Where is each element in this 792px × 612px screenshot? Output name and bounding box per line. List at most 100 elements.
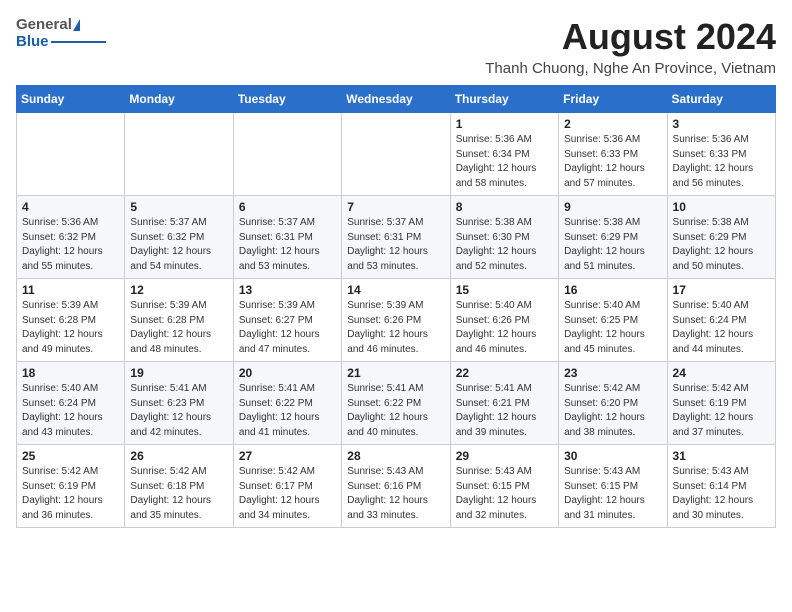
logo-triangle-icon xyxy=(73,19,80,31)
day-info: Sunrise: 5:38 AMSunset: 6:30 PMDaylight:… xyxy=(456,216,553,274)
day-number: 21 xyxy=(347,366,444,380)
table-row: 31 Sunrise: 5:43 AMSunset: 6:14 PMDayligh… xyxy=(667,445,775,528)
table-row: 28 Sunrise: 5:43 AMSunset: 6:16 PMDayligh… xyxy=(342,445,450,528)
table-row: 15 Sunrise: 5:40 AMSunset: 6:26 PMDayligh… xyxy=(450,279,558,362)
table-row: 11 Sunrise: 5:39 AMSunset: 6:28 PMDayligh… xyxy=(17,279,125,362)
day-info: Sunrise: 5:36 AMSunset: 6:33 PMDaylight:… xyxy=(564,133,661,191)
day-info: Sunrise: 5:40 AMSunset: 6:25 PMDaylight:… xyxy=(564,299,661,357)
day-info: Sunrise: 5:41 AMSunset: 6:23 PMDaylight:… xyxy=(130,382,227,440)
table-row: 9Sunrise: 5:38 AMSunset: 6:29 PMDaylight… xyxy=(559,196,667,279)
table-row: 14 Sunrise: 5:39 AMSunset: 6:26 PMDayligh… xyxy=(342,279,450,362)
day-number: 30 xyxy=(564,449,661,463)
table-row: 21 Sunrise: 5:41 AMSunset: 6:22 PMDayligh… xyxy=(342,362,450,445)
day-number: 7 xyxy=(347,200,444,214)
day-info: Sunrise: 5:40 AMSunset: 6:24 PMDaylight:… xyxy=(22,382,119,440)
header: General Blue August 2024 Thanh Chuong, N… xyxy=(16,16,776,77)
day-number: 14 xyxy=(347,283,444,297)
weekday-header-row: Sunday Monday Tuesday Wednesday Thursday… xyxy=(17,86,776,113)
calendar-week-row: 1Sunrise: 5:36 AMSunset: 6:34 PMDaylight… xyxy=(17,113,776,196)
logo-blue: Blue xyxy=(16,33,49,50)
day-info: Sunrise: 5:38 AMSunset: 6:29 PMDaylight:… xyxy=(564,216,661,274)
day-info: Sunrise: 5:38 AMSunset: 6:29 PMDaylight:… xyxy=(673,216,770,274)
calendar-week-row: 18 Sunrise: 5:40 AMSunset: 6:24 PMDayligh… xyxy=(17,362,776,445)
table-row: 8 Sunrise: 5:38 AMSunset: 6:30 PMDaylight… xyxy=(450,196,558,279)
day-number: 16 xyxy=(564,283,661,297)
day-info: Sunrise: 5:40 AMSunset: 6:26 PMDaylight:… xyxy=(456,299,553,357)
day-info: Sunrise: 5:41 AMSunset: 6:22 PMDaylight:… xyxy=(347,382,444,440)
day-info: Sunrise: 5:42 AMSunset: 6:20 PMDaylight:… xyxy=(564,382,661,440)
day-number: 5 xyxy=(130,200,227,214)
day-info: Sunrise: 5:37 AMSunset: 6:32 PMDaylight:… xyxy=(130,216,227,274)
table-row: 20Sunrise: 5:41 AMSunset: 6:22 PMDayligh… xyxy=(233,362,341,445)
table-row: 18 Sunrise: 5:40 AMSunset: 6:24 PMDayligh… xyxy=(17,362,125,445)
day-info: Sunrise: 5:37 AMSunset: 6:31 PMDaylight:… xyxy=(239,216,336,274)
day-info: Sunrise: 5:39 AMSunset: 6:28 PMDaylight:… xyxy=(22,299,119,357)
table-row: 19 Sunrise: 5:41 AMSunset: 6:23 PMDayligh… xyxy=(125,362,233,445)
table-row xyxy=(17,113,125,196)
table-row xyxy=(125,113,233,196)
table-row: 24 Sunrise: 5:42 AMSunset: 6:19 PMDayligh… xyxy=(667,362,775,445)
day-info: Sunrise: 5:43 AMSunset: 6:16 PMDaylight:… xyxy=(347,465,444,523)
day-number: 27 xyxy=(239,449,336,463)
day-info: Sunrise: 5:42 AMSunset: 6:19 PMDaylight:… xyxy=(22,465,119,523)
table-row: 3 Sunrise: 5:36 AMSunset: 6:33 PMDaylight… xyxy=(667,113,775,196)
day-number: 28 xyxy=(347,449,444,463)
day-info: Sunrise: 5:43 AMSunset: 6:15 PMDaylight:… xyxy=(564,465,661,523)
logo: General Blue xyxy=(16,16,106,50)
day-number: 26 xyxy=(130,449,227,463)
calendar-week-row: 25 Sunrise: 5:42 AMSunset: 6:19 PMDayligh… xyxy=(17,445,776,528)
day-number: 2 xyxy=(564,117,661,131)
table-row: 27Sunrise: 5:42 AMSunset: 6:17 PMDayligh… xyxy=(233,445,341,528)
header-wednesday: Wednesday xyxy=(342,86,450,113)
day-info: Sunrise: 5:43 AMSunset: 6:15 PMDaylight:… xyxy=(456,465,553,523)
table-row: 13 Sunrise: 5:39 AMSunset: 6:27 PMDayligh… xyxy=(233,279,341,362)
table-row: 23Sunrise: 5:42 AMSunset: 6:20 PMDayligh… xyxy=(559,362,667,445)
table-row: 2 Sunrise: 5:36 AMSunset: 6:33 PMDaylight… xyxy=(559,113,667,196)
table-row: 17Sunrise: 5:40 AMSunset: 6:24 PMDayligh… xyxy=(667,279,775,362)
table-row: 30 Sunrise: 5:43 AMSunset: 6:15 PMDayligh… xyxy=(559,445,667,528)
table-row: 25 Sunrise: 5:42 AMSunset: 6:19 PMDayligh… xyxy=(17,445,125,528)
header-friday: Friday xyxy=(559,86,667,113)
day-info: Sunrise: 5:36 AMSunset: 6:34 PMDaylight:… xyxy=(456,133,553,191)
table-row: 7Sunrise: 5:37 AMSunset: 6:31 PMDaylight… xyxy=(342,196,450,279)
day-number: 22 xyxy=(456,366,553,380)
day-info: Sunrise: 5:36 AMSunset: 6:33 PMDaylight:… xyxy=(673,133,770,191)
day-info: Sunrise: 5:42 AMSunset: 6:18 PMDaylight:… xyxy=(130,465,227,523)
header-saturday: Saturday xyxy=(667,86,775,113)
header-thursday: Thursday xyxy=(450,86,558,113)
day-info: Sunrise: 5:43 AMSunset: 6:14 PMDaylight:… xyxy=(673,465,770,523)
day-number: 19 xyxy=(130,366,227,380)
day-number: 10 xyxy=(673,200,770,214)
day-info: Sunrise: 5:39 AMSunset: 6:26 PMDaylight:… xyxy=(347,299,444,357)
header-sunday: Sunday xyxy=(17,86,125,113)
day-number: 4 xyxy=(22,200,119,214)
table-row: 6 Sunrise: 5:37 AMSunset: 6:31 PMDaylight… xyxy=(233,196,341,279)
day-info: Sunrise: 5:42 AMSunset: 6:19 PMDaylight:… xyxy=(673,382,770,440)
table-row xyxy=(233,113,341,196)
table-row: 12Sunrise: 5:39 AMSunset: 6:28 PMDayligh… xyxy=(125,279,233,362)
day-number: 15 xyxy=(456,283,553,297)
day-number: 31 xyxy=(673,449,770,463)
day-number: 6 xyxy=(239,200,336,214)
table-row: 16 Sunrise: 5:40 AMSunset: 6:25 PMDayligh… xyxy=(559,279,667,362)
day-number: 3 xyxy=(673,117,770,131)
day-number: 25 xyxy=(22,449,119,463)
day-info: Sunrise: 5:41 AMSunset: 6:21 PMDaylight:… xyxy=(456,382,553,440)
day-info: Sunrise: 5:39 AMSunset: 6:27 PMDaylight:… xyxy=(239,299,336,357)
day-number: 20 xyxy=(239,366,336,380)
logo-general: General xyxy=(16,16,72,33)
header-tuesday: Tuesday xyxy=(233,86,341,113)
table-row: 26 Sunrise: 5:42 AMSunset: 6:18 PMDayligh… xyxy=(125,445,233,528)
day-number: 8 xyxy=(456,200,553,214)
table-row: 5 Sunrise: 5:37 AMSunset: 6:32 PMDaylight… xyxy=(125,196,233,279)
table-row: 22 Sunrise: 5:41 AMSunset: 6:21 PMDayligh… xyxy=(450,362,558,445)
day-number: 18 xyxy=(22,366,119,380)
calendar-table: Sunday Monday Tuesday Wednesday Thursday… xyxy=(16,85,776,528)
location-subtitle: Thanh Chuong, Nghe An Province, Vietnam xyxy=(485,60,776,77)
month-year-title: August 2024 xyxy=(485,16,776,58)
day-number: 24 xyxy=(673,366,770,380)
day-info: Sunrise: 5:40 AMSunset: 6:24 PMDaylight:… xyxy=(673,299,770,357)
day-number: 13 xyxy=(239,283,336,297)
day-number: 11 xyxy=(22,283,119,297)
day-number: 12 xyxy=(130,283,227,297)
